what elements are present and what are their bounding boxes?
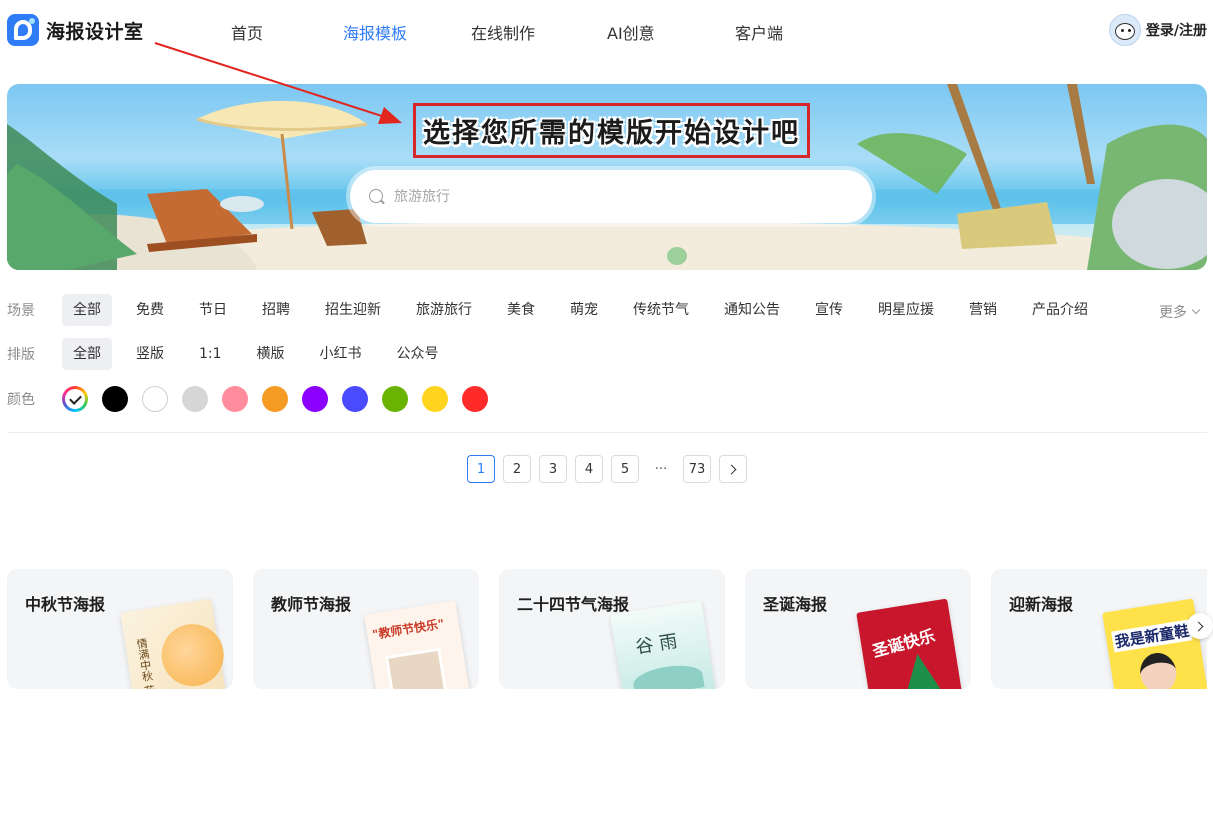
page-button-1[interactable]: 1 (467, 455, 495, 483)
scene-chip-solar-terms[interactable]: 传统节气 (622, 294, 700, 326)
category-card-title: 教师节海报 (271, 595, 352, 614)
nav-item-home[interactable]: 首页 (231, 20, 263, 44)
layout-chip-horizontal[interactable]: 横版 (246, 338, 296, 370)
color-swatch-blue[interactable] (342, 386, 368, 412)
pagination: 1 2 3 4 5 ··· 73 (467, 455, 755, 483)
template-search-bar[interactable] (350, 170, 872, 223)
category-cards: 中秋节海报 情满中秋 花好月圆 教师节海报 "教师节快乐" 二十四节气海报 谷雨… (7, 569, 1207, 689)
search-icon[interactable] (368, 188, 386, 206)
color-swatch-white[interactable] (142, 386, 168, 412)
scene-filter-row: 场景 全部 免费 节日 招聘 招生迎新 旅游旅行 美食 萌宠 传统节气 通知公告… (7, 294, 1112, 326)
scene-chip-all[interactable]: 全部 (62, 294, 112, 326)
user-area[interactable]: 登录/注册 (1108, 14, 1207, 46)
login-register-link[interactable]: 登录/注册 (1146, 20, 1207, 40)
nav-item-online-editor[interactable]: 在线制作 (471, 20, 535, 44)
page-button-3[interactable]: 3 (539, 455, 567, 483)
search-input[interactable] (394, 188, 854, 205)
banner-title: 选择您所需的模版开始设计吧 (423, 118, 800, 149)
template-thumbnail: "教师节快乐" (364, 600, 474, 689)
scene-chip-fan-support[interactable]: 明星应援 (867, 294, 945, 326)
top-header: 海报设计室 首页 海报模板 在线制作 AI创意 客户端 登录/注册 (0, 0, 1213, 60)
more-scenes-button[interactable]: 更多 (1159, 302, 1201, 322)
color-swatch-purple[interactable] (302, 386, 328, 412)
nav-item-ai-creative[interactable]: AI创意 (607, 20, 655, 44)
layout-filter-row: 排版 全部 竖版 1:1 横版 小红书 公众号 (7, 338, 463, 370)
nav-item-client[interactable]: 客户端 (735, 20, 783, 44)
category-card-christmas[interactable]: 圣诞海报 圣诞快乐 (745, 569, 971, 689)
next-page-button[interactable] (719, 455, 747, 483)
layout-chip-xiaohongshu[interactable]: 小红书 (309, 338, 373, 370)
template-thumbnail: 谷雨 (610, 600, 720, 689)
template-thumbnail: 圣诞快乐 (856, 598, 966, 689)
logo[interactable]: 海报设计室 (7, 14, 144, 46)
filter-divider (7, 432, 1207, 433)
color-swatch-yellow[interactable] (422, 386, 448, 412)
category-card-title: 圣诞海报 (763, 595, 828, 614)
scene-chip-promotion[interactable]: 宣传 (804, 294, 854, 326)
page-button-4[interactable]: 4 (575, 455, 603, 483)
layout-chip-vertical[interactable]: 竖版 (125, 338, 175, 370)
color-swatch-red[interactable] (462, 386, 488, 412)
color-filter-label: 颜色 (7, 392, 35, 408)
scene-chip-pets[interactable]: 萌宠 (559, 294, 609, 326)
scene-filter-label: 场景 (7, 303, 35, 319)
layout-filter-label: 排版 (7, 347, 35, 363)
scene-chip-notice[interactable]: 通知公告 (713, 294, 791, 326)
category-card-title: 中秋节海报 (25, 595, 106, 614)
logo-text: 海报设计室 (46, 20, 144, 43)
chevron-right-icon (726, 464, 737, 474)
banner-title-annotation-box: 选择您所需的模版开始设计吧 (413, 103, 810, 158)
page-button-last[interactable]: 73 (683, 455, 711, 483)
nav-item-poster-templates[interactable]: 海报模板 (343, 20, 407, 44)
color-swatch-pink[interactable] (222, 386, 248, 412)
category-card-title: 迎新海报 (1009, 595, 1074, 614)
layout-chip-square[interactable]: 1:1 (188, 338, 233, 370)
scene-chip-product-intro[interactable]: 产品介绍 (1021, 294, 1099, 326)
color-swatch-green[interactable] (382, 386, 408, 412)
page-button-5[interactable]: 5 (611, 455, 639, 483)
category-card-teachers-day[interactable]: 教师节海报 "教师节快乐" (253, 569, 479, 689)
color-swatch-black[interactable] (102, 386, 128, 412)
scene-chip-free[interactable]: 免费 (125, 294, 175, 326)
more-label: 更多 (1159, 305, 1187, 321)
layout-chip-all[interactable]: 全部 (62, 338, 112, 370)
chevron-down-icon (1191, 305, 1201, 315)
category-card-welcome-new[interactable]: 迎新海报 我是新童鞋 (991, 569, 1207, 689)
scene-chip-enrollment[interactable]: 招生迎新 (314, 294, 392, 326)
page-ellipsis[interactable]: ··· (647, 455, 675, 483)
cards-next-button[interactable] (1187, 613, 1213, 639)
category-card-title: 二十四节气海报 (517, 595, 630, 614)
template-thumbnail: 我是新童鞋 (1102, 598, 1207, 689)
avatar[interactable] (1108, 14, 1141, 46)
page-button-2[interactable]: 2 (503, 455, 531, 483)
chevron-right-icon (1193, 621, 1204, 631)
category-card-solar-terms[interactable]: 二十四节气海报 谷雨 (499, 569, 725, 689)
hero-banner: 选择您所需的模版开始设计吧 (7, 84, 1207, 270)
scene-chip-food[interactable]: 美食 (496, 294, 546, 326)
color-swatch-all[interactable] (62, 386, 88, 412)
logo-icon (7, 14, 39, 46)
scene-chip-holiday[interactable]: 节日 (188, 294, 238, 326)
color-swatch-orange[interactable] (262, 386, 288, 412)
layout-chip-wechat-official[interactable]: 公众号 (386, 338, 450, 370)
scene-chip-marketing[interactable]: 营销 (958, 294, 1008, 326)
template-thumbnail: 情满中秋 花好月圆 (120, 598, 230, 689)
category-card-mid-autumn[interactable]: 中秋节海报 情满中秋 花好月圆 (7, 569, 233, 689)
scene-chip-recruit[interactable]: 招聘 (251, 294, 301, 326)
scene-chip-travel[interactable]: 旅游旅行 (405, 294, 483, 326)
color-filter-row: 颜色 (7, 386, 502, 412)
color-swatch-gray[interactable] (182, 386, 208, 412)
